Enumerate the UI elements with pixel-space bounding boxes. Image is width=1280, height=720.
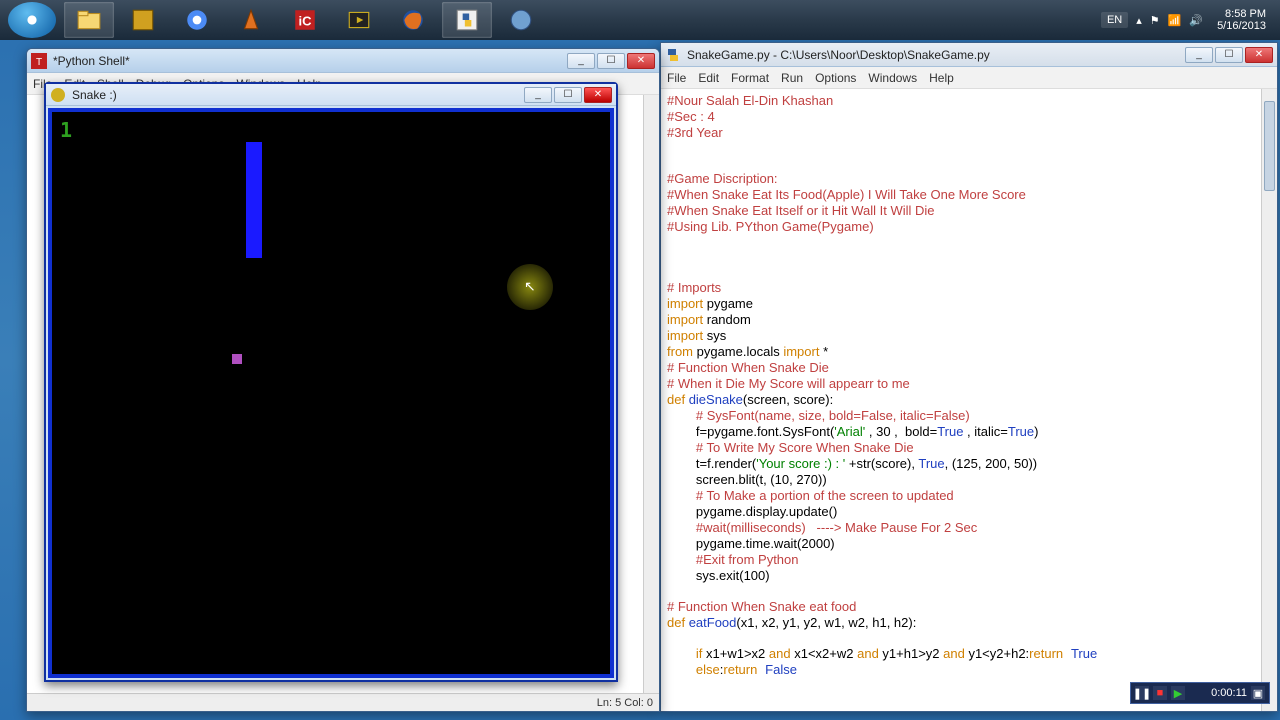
shell-ln: Ln: 5 (597, 697, 621, 709)
taskbar-chrome[interactable] (172, 2, 222, 38)
menu-options[interactable]: Options (815, 71, 856, 85)
shell-titlebar[interactable]: T *Python Shell* _ ☐ ✕ (27, 49, 659, 73)
svg-text:T: T (36, 57, 42, 68)
pygame-icon (50, 87, 66, 103)
rec-play-icon[interactable]: ▶ (1171, 686, 1185, 700)
editor-title: SnakeGame.py - C:\Users\Noor\Desktop\Sna… (687, 48, 990, 62)
tray-flag-icon[interactable]: ⚑ (1150, 14, 1160, 27)
shell-statusbar: Ln: 5 Col: 0 (27, 693, 659, 711)
language-indicator[interactable]: EN (1101, 12, 1128, 28)
recording-overlay: ❚❚ ■ ▶ 0:00:11 ▣ (1130, 682, 1270, 704)
taskbar-app-red[interactable]: iC (280, 2, 330, 38)
python-icon (665, 47, 681, 63)
shell-scrollbar[interactable] (643, 95, 659, 693)
mouse-cursor-icon: ↖ (524, 278, 536, 295)
taskbar-explorer[interactable] (64, 2, 114, 38)
tray-chevron-icon[interactable]: ▴ (1136, 14, 1142, 27)
taskbar-clock[interactable]: 8:58 PM 5/16/2013 (1211, 8, 1272, 32)
editor-minimize-button[interactable]: _ (1185, 47, 1213, 63)
system-tray: EN ▴ ⚑ 📶 🔊 8:58 PM 5/16/2013 (1095, 8, 1278, 32)
editor-titlebar[interactable]: SnakeGame.py - C:\Users\Noor\Desktop\Sna… (661, 43, 1277, 67)
menu-help[interactable]: Help (929, 71, 954, 85)
snake-minimize-button[interactable]: _ (524, 87, 552, 103)
start-button[interactable] (8, 2, 56, 38)
taskbar-firefox[interactable] (388, 2, 438, 38)
snake-title: Snake :) (72, 88, 117, 102)
tray-network-icon[interactable]: 📶 (1168, 14, 1182, 27)
shell-maximize-button[interactable]: ☐ (597, 53, 625, 69)
taskbar: iC EN ▴ ⚑ 📶 🔊 8:58 PM 5/16/2013 (0, 0, 1280, 40)
shell-title: *Python Shell* (53, 54, 130, 68)
menu-run[interactable]: Run (781, 71, 803, 85)
clock-date: 5/16/2013 (1217, 20, 1266, 32)
snake-canvas[interactable]: 1 ↖ (48, 108, 614, 678)
shell-minimize-button[interactable]: _ (567, 53, 595, 69)
svg-text:iC: iC (299, 13, 313, 28)
rec-pause-icon[interactable]: ❚❚ (1135, 686, 1149, 700)
menu-file[interactable]: File (667, 71, 686, 85)
snake-titlebar[interactable]: Snake :) _ ☐ ✕ (46, 84, 616, 106)
menu-windows[interactable]: Windows (868, 71, 917, 85)
tk-icon: T (31, 53, 47, 69)
taskbar-python[interactable] (442, 2, 492, 38)
taskbar-media[interactable] (334, 2, 384, 38)
menu-edit[interactable]: Edit (698, 71, 719, 85)
menu-format[interactable]: Format (731, 71, 769, 85)
rec-time: 0:00:11 (1211, 687, 1247, 699)
shell-col: Col: 0 (624, 697, 653, 709)
editor-code-area[interactable]: #Nour Salah El-Din Khashan #Sec : 4 #3rd… (661, 89, 1277, 711)
snake-food (232, 354, 242, 364)
taskbar-app-blue[interactable] (496, 2, 546, 38)
scrollbar-thumb[interactable] (1264, 101, 1275, 191)
snake-score: 1 (60, 118, 72, 142)
editor-close-button[interactable]: ✕ (1245, 47, 1273, 63)
editor-scrollbar[interactable] (1261, 89, 1277, 711)
rec-expand-icon[interactable]: ▣ (1251, 686, 1265, 700)
tray-volume-icon[interactable]: 🔊 (1189, 14, 1203, 27)
editor-menubar: File Edit Format Run Options Windows Hel… (661, 67, 1277, 89)
snake-close-button[interactable]: ✕ (584, 87, 612, 103)
clock-time: 8:58 PM (1217, 8, 1266, 20)
snake-body (246, 142, 262, 258)
snake-maximize-button[interactable]: ☐ (554, 87, 582, 103)
taskbar-vlc[interactable] (226, 2, 276, 38)
snake-game-window: Snake :) _ ☐ ✕ 1 ↖ (44, 82, 618, 682)
idle-editor-window: SnakeGame.py - C:\Users\Noor\Desktop\Sna… (660, 42, 1278, 712)
taskbar-app-1[interactable] (118, 2, 168, 38)
editor-maximize-button[interactable]: ☐ (1215, 47, 1243, 63)
shell-close-button[interactable]: ✕ (627, 53, 655, 69)
rec-stop-icon[interactable]: ■ (1153, 686, 1167, 700)
